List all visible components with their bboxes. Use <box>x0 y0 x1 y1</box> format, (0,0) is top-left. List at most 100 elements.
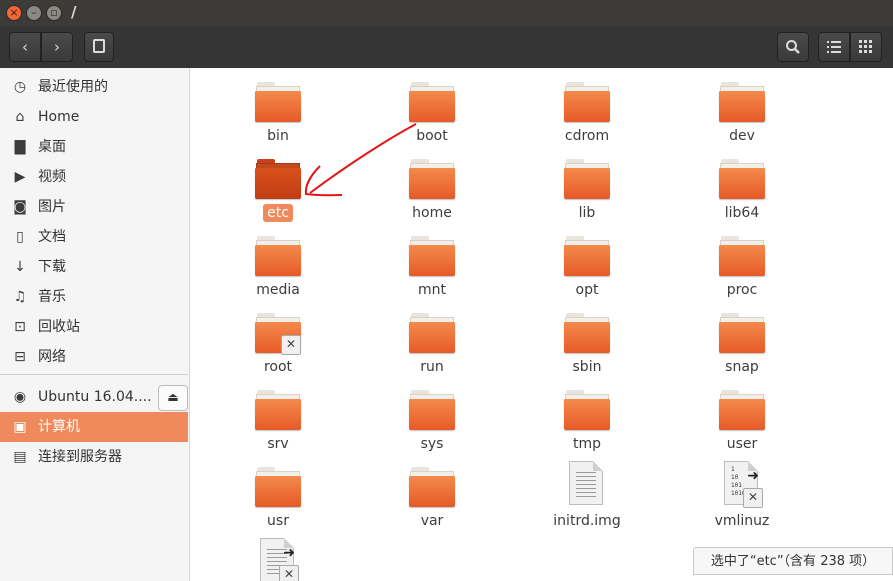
file-item[interactable]: dev <box>672 72 812 148</box>
file-item[interactable]: mnt <box>362 226 502 302</box>
sidebar-item-label: 最近使用的 <box>38 79 108 95</box>
file-item[interactable]: sys <box>362 380 502 456</box>
document-icon: ▯ <box>16 229 24 245</box>
search-icon <box>786 40 800 54</box>
search-button[interactable] <box>777 32 809 62</box>
sidebar-item-computer[interactable]: ▣ 计算机 <box>0 412 188 442</box>
sidebar-item-video[interactable]: ▶ 视频 <box>0 162 188 192</box>
file-item[interactable]: snap <box>672 303 812 379</box>
sidebar-item-music[interactable]: ♫ 音乐 <box>0 282 188 312</box>
file-name-text: etc <box>263 204 293 222</box>
file-item[interactable]: media <box>208 226 348 302</box>
file-item[interactable]: sbin <box>517 303 657 379</box>
file-name-text: vmlinuz <box>714 513 770 529</box>
path-bar-computer-button[interactable] <box>84 32 114 62</box>
file-item[interactable]: ✕ root <box>208 303 348 379</box>
file-item[interactable]: tmp <box>517 380 657 456</box>
file-item[interactable]: user <box>672 380 812 456</box>
window-close-button[interactable]: × <box>6 5 22 21</box>
folder-icon <box>409 159 455 199</box>
file-item[interactable]: run <box>362 303 502 379</box>
download-icon: ↓ <box>14 259 26 275</box>
folder-icon <box>719 82 765 122</box>
file-item[interactable]: usr <box>208 457 348 533</box>
server-icon: ▤ <box>13 449 27 465</box>
sidebar-item-label: 桌面 <box>38 139 66 155</box>
file-item[interactable]: srv <box>208 380 348 456</box>
sidebar-item-network[interactable]: ⊟ 网络 <box>0 342 188 372</box>
file-item[interactable]: proc <box>672 226 812 302</box>
computer-icon <box>93 39 105 53</box>
file-name-text: bin <box>267 128 289 144</box>
forward-button[interactable]: › <box>41 32 73 62</box>
file-item[interactable]: bin <box>208 72 348 148</box>
folder-icon <box>719 390 765 430</box>
sidebar-item-label: 网络 <box>38 349 66 365</box>
file-name-text: tmp <box>572 436 601 452</box>
file-name-label: cdrom <box>517 128 657 144</box>
binary-file-icon: 1 10 101 1010 ➜ ✕ <box>724 461 763 508</box>
disc-icon: ◉ <box>13 389 27 405</box>
folder-icon <box>409 82 455 122</box>
grid-view-button[interactable] <box>850 32 882 62</box>
folder-icon <box>719 236 765 276</box>
folder-icon <box>255 82 301 122</box>
sidebar-item-document[interactable]: ▯ 文档 <box>0 222 188 252</box>
file-item[interactable]: boot <box>362 72 502 148</box>
window-minimize-button[interactable]: – <box>26 5 42 21</box>
chevron-left-icon: ‹ <box>22 38 28 56</box>
sidebar-item-label: 计算机 <box>38 419 80 435</box>
sidebar-item-camera[interactable]: ◙ 图片 <box>0 192 188 222</box>
window-title: / <box>71 3 77 21</box>
file-name-label: sbin <box>517 359 657 375</box>
network-icon: ⊟ <box>14 349 26 365</box>
folder-icon <box>564 313 610 353</box>
file-item[interactable]: home <box>362 149 502 225</box>
file-name-text: snap <box>725 359 759 375</box>
video-icon: ▶ <box>14 169 26 185</box>
file-name-label: media <box>208 282 348 298</box>
sidebar-item-clock[interactable]: ◷ 最近使用的 <box>0 72 188 102</box>
file-name-label: var <box>362 513 502 529</box>
computer-icon: ▣ <box>13 419 27 435</box>
sidebar-item-disc[interactable]: ◉ Ubuntu 16.04.... ⏏ <box>0 382 188 412</box>
sidebar-item-home[interactable]: ⌂ Home <box>0 102 188 132</box>
file-item[interactable]: 1 10 101 1010 ➜ ✕ vmlinuz <box>672 457 812 533</box>
file-item[interactable]: cdrom <box>517 72 657 148</box>
sidebar-item-server[interactable]: ▤ 连接到服务器 <box>0 442 188 472</box>
file-item[interactable]: opt <box>517 226 657 302</box>
file-item[interactable]: lib64 <box>672 149 812 225</box>
back-button[interactable]: ‹ <box>9 32 41 62</box>
sidebar-item-label: 音乐 <box>38 289 66 305</box>
file-item[interactable]: initrd.img <box>517 457 657 533</box>
file-name-text: var <box>420 513 444 529</box>
desktop-folder-icon: ▇ <box>14 139 26 155</box>
camera-icon: ◙ <box>13 199 27 215</box>
file-name-label: initrd.img <box>517 513 657 529</box>
file-item[interactable]: lib <box>517 149 657 225</box>
list-view-button[interactable] <box>818 32 850 62</box>
header-toolbar: ‹ › <box>0 26 893 68</box>
file-item[interactable]: ➜ ✕ <box>208 534 348 581</box>
file-item[interactable]: etc <box>208 149 348 225</box>
file-name-label: opt <box>517 282 657 298</box>
file-name-label: lib64 <box>672 205 812 221</box>
file-name-text: sbin <box>572 359 602 375</box>
sidebar-item-desktop-folder[interactable]: ▇ 桌面 <box>0 132 188 162</box>
sidebar-divider <box>0 374 188 375</box>
file-name-text: root <box>263 359 293 375</box>
file-name-text: cdrom <box>564 128 610 144</box>
file-name-label: user <box>672 436 812 452</box>
sidebar-item-trash[interactable]: ⊡ 回收站 <box>0 312 188 342</box>
file-name-label: srv <box>208 436 348 452</box>
window-maximize-button[interactable]: ▫ <box>46 5 62 21</box>
sidebar-item-download[interactable]: ↓ 下载 <box>0 252 188 282</box>
sidebar-item-label: 文档 <box>38 229 66 245</box>
file-name-label: dev <box>672 128 812 144</box>
folder-icon <box>564 390 610 430</box>
file-item[interactable]: var <box>362 457 502 533</box>
file-name-label: tmp <box>517 436 657 452</box>
eject-button[interactable]: ⏏ <box>158 385 188 411</box>
file-name-text: sys <box>420 436 444 452</box>
file-name-text: mnt <box>418 282 446 298</box>
